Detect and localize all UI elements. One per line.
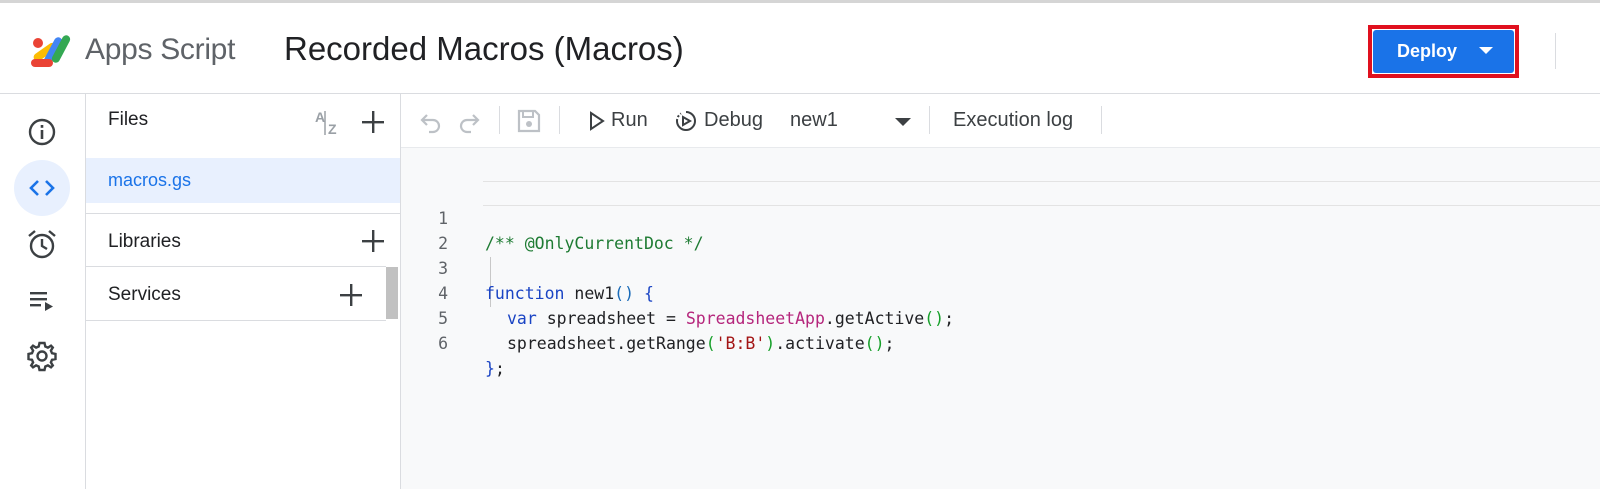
code-line: 6 }; (401, 306, 505, 378)
header-divider (1555, 33, 1556, 69)
file-name: macros.gs (108, 170, 192, 190)
toolbar-separator (559, 106, 560, 134)
editor-toolbar: Run Debug new1 Execution log (401, 94, 1600, 148)
code-token: var (507, 309, 537, 328)
run-play-icon[interactable] (588, 111, 606, 131)
app-name: Apps Script (85, 33, 236, 66)
toolbar-separator (499, 106, 500, 134)
section-divider (86, 320, 386, 321)
code-token: spreadsheet.getRange (507, 334, 706, 353)
nav-triggers[interactable] (14, 216, 70, 272)
current-line-highlight (483, 181, 1600, 206)
caret-down-icon (1479, 47, 1493, 54)
code-token: SpreadsheetApp (685, 309, 825, 328)
code-editor[interactable]: 1 /** @OnlyCurrentDoc */ 2 3 function ne… (401, 148, 1600, 489)
code-token: ; (494, 359, 505, 378)
code-token: ; (944, 309, 955, 328)
apps-script-logo (31, 35, 71, 67)
file-item-macros[interactable]: macros.gs (86, 158, 400, 203)
code-token: () (924, 309, 945, 328)
code-token: .activate (775, 334, 865, 353)
nav-overview[interactable] (14, 104, 70, 160)
undo-icon[interactable] (418, 108, 444, 134)
add-library-icon[interactable] (360, 228, 386, 254)
section-divider (86, 266, 386, 267)
debug-icon[interactable] (674, 109, 698, 133)
alarm-clock-icon (28, 230, 56, 259)
code-token: ; (884, 334, 895, 353)
debug-button[interactable]: Debug (704, 109, 763, 132)
section-divider (86, 213, 400, 214)
line-number: 6 (438, 334, 448, 353)
code-token: ) (765, 334, 776, 353)
services-title: Services (108, 284, 181, 305)
settings-gear-icon (27, 341, 57, 372)
files-panel: Files A Z macros.gs Libraries Services (86, 94, 401, 489)
nav-settings[interactable] (14, 328, 70, 384)
code-token: () (614, 284, 635, 303)
redo-icon[interactable] (456, 108, 482, 134)
save-icon[interactable] (516, 108, 542, 134)
deploy-button[interactable]: Deploy (1373, 30, 1514, 73)
function-select[interactable]: new1 (790, 109, 838, 132)
code-line: 1 /** @OnlyCurrentDoc */ (401, 181, 703, 253)
code-token: } (485, 359, 495, 378)
code-token: .getActive (824, 309, 925, 328)
code-token: { (634, 284, 654, 303)
deploy-button-label: Deploy (1397, 41, 1458, 61)
app-header: Apps Script Recorded Macros (Macros) Dep… (0, 3, 1600, 94)
run-button[interactable]: Run (611, 109, 648, 132)
add-service-icon[interactable] (338, 282, 364, 308)
code-token: spreadsheet = (536, 309, 686, 328)
code-token: new1 (564, 284, 615, 303)
add-file-icon[interactable] (360, 109, 386, 135)
toolbar-separator (1101, 106, 1102, 134)
toolbar-separator (929, 106, 930, 134)
code-token: ( (705, 334, 716, 353)
files-title: Files (108, 109, 149, 130)
code-token: function (485, 284, 565, 303)
project-title[interactable]: Recorded Macros (Macros) (284, 30, 684, 68)
code-icon (29, 180, 55, 196)
nav-executions[interactable] (14, 272, 70, 328)
nav-editor[interactable] (14, 160, 70, 216)
chevron-down-icon[interactable] (895, 118, 911, 126)
code-line: 2 (401, 206, 448, 253)
execution-log-button[interactable]: Execution log (953, 109, 1073, 132)
svg-text:A: A (315, 109, 325, 125)
code-line: 4 var spreadsheet = SpreadsheetApp.getAc… (401, 256, 954, 328)
info-icon (28, 118, 56, 146)
left-nav (0, 94, 86, 489)
files-panel-scrollbar[interactable] (386, 267, 398, 319)
code-token: 'B:B' (715, 334, 766, 353)
code-line: 5 spreadsheet.getRange('B:B').activate()… (401, 281, 894, 353)
executions-icon (30, 292, 53, 311)
code-line: 3 function new1() { (401, 231, 654, 303)
libraries-title: Libraries (108, 231, 181, 252)
code-token: /** @OnlyCurrentDoc */ (485, 234, 704, 253)
sort-az-icon[interactable]: A Z (314, 109, 344, 137)
code-token: () (864, 334, 885, 353)
svg-text:Z: Z (328, 121, 337, 137)
